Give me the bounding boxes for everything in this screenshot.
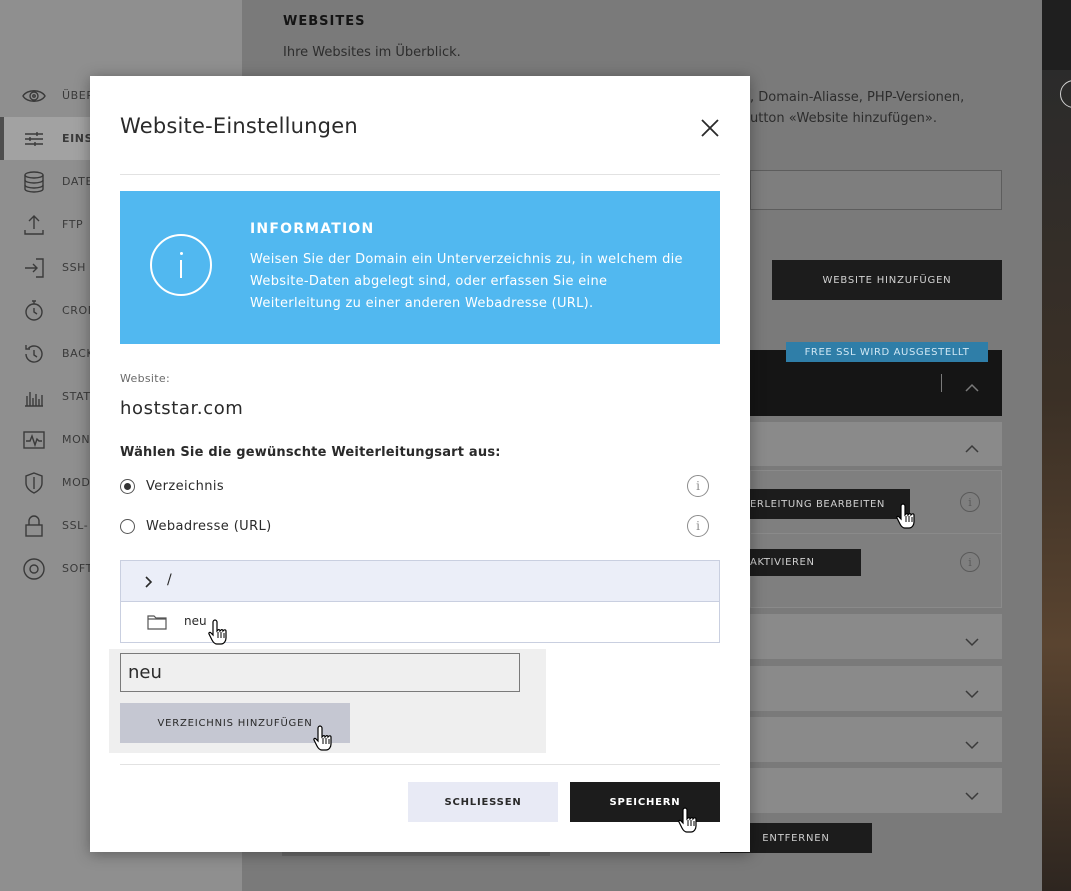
sidebar-item-label: SSH — [62, 261, 87, 274]
page-title: WEBSITES — [283, 14, 366, 29]
hand-cursor-icon — [208, 618, 230, 646]
close-icon[interactable] — [698, 116, 722, 140]
redirect-type-heading: Wählen Sie die gewünschte Weiterleitungs… — [120, 445, 501, 460]
radio-label: Webadresse (URL) — [146, 518, 272, 534]
divider — [282, 852, 550, 856]
close-button[interactable]: SCHLIESSEN — [408, 782, 558, 822]
divider — [120, 174, 720, 175]
accordion-section[interactable] — [750, 666, 1002, 711]
right-panel — [1042, 0, 1071, 891]
disc-icon — [22, 557, 46, 581]
divider — [120, 764, 720, 765]
edit-redirect-button[interactable]: ERLEITUNG BEARBEITEN — [748, 489, 910, 519]
accordion-section[interactable] — [750, 614, 1002, 659]
info-icon[interactable]: i — [960, 552, 980, 572]
sidebar-item-label: Mod — [62, 476, 91, 489]
page-subtitle: Ihre Websites im Überblick. — [283, 45, 461, 60]
sidebar-item-label: FTP — [62, 218, 84, 231]
intro-text-line: utton «Website hinzufügen». — [750, 111, 937, 126]
sliders-icon — [22, 127, 46, 151]
background-photo — [1042, 70, 1071, 891]
database-icon — [22, 170, 46, 194]
accordion-section[interactable] — [750, 422, 1002, 466]
login-icon — [22, 256, 46, 280]
website-settings-modal: Website-Einstellungen INFORMATION Weisen… — [90, 76, 750, 852]
folder-icon — [147, 613, 167, 631]
info-box: INFORMATION Weisen Sie der Domain ein Un… — [120, 191, 720, 344]
chevron-down-icon[interactable] — [964, 735, 980, 750]
activate-button[interactable]: AKTIVIEREN — [748, 549, 861, 576]
info-icon[interactable]: i — [687, 515, 709, 537]
search-input[interactable] — [750, 170, 1002, 210]
chevron-up-icon[interactable] — [964, 378, 980, 392]
directory-name: / — [167, 572, 172, 588]
stopwatch-icon — [22, 299, 46, 323]
radio-option-directory[interactable]: Verzeichnis i — [120, 474, 720, 498]
info-text: Weisen Sie der Domain ein Unterverzeichn… — [250, 252, 683, 311]
website-value: hoststar.com — [120, 398, 244, 419]
sidebar-item-label: Date — [62, 175, 94, 188]
monitor-icon — [22, 428, 46, 452]
info-icon — [150, 234, 212, 296]
info-title: INFORMATION — [250, 221, 375, 237]
add-website-button[interactable]: WEBSITE HINZUFÜGEN — [772, 260, 1002, 300]
info-icon[interactable]: i — [960, 492, 980, 512]
stats-icon — [22, 385, 46, 409]
chevron-down-icon[interactable] — [964, 632, 980, 647]
lock-icon — [22, 514, 46, 538]
info-icon[interactable]: i — [687, 475, 709, 497]
intro-text-line: , Domain-Aliasse, PHP-Versionen, — [750, 90, 965, 105]
radio-button[interactable] — [120, 478, 135, 494]
hand-cursor-icon — [678, 806, 700, 834]
history-icon — [22, 342, 46, 366]
new-directory-input[interactable] — [120, 653, 520, 692]
chevron-down-icon[interactable] — [964, 786, 980, 801]
radio-option-url[interactable]: Webadresse (URL) i — [120, 514, 720, 538]
chevron-down-icon[interactable] — [964, 684, 980, 699]
hand-cursor-icon — [313, 724, 335, 752]
eye-icon — [22, 84, 46, 108]
sidebar-item-label: SSL- — [62, 519, 89, 532]
directory-name: neu — [184, 614, 207, 628]
hand-cursor-icon — [896, 502, 918, 530]
chevron-right-icon[interactable] — [144, 574, 154, 588]
accordion-section[interactable] — [750, 768, 1002, 813]
shield-icon — [22, 471, 46, 495]
chevron-up-icon[interactable] — [964, 439, 980, 453]
accordion-section[interactable] — [750, 717, 1002, 762]
ssl-status-badge: FREE SSL WIRD AUSGESTELLT — [786, 342, 988, 362]
radio-button[interactable] — [120, 518, 135, 534]
website-label: Website: — [120, 372, 170, 385]
upload-icon — [22, 213, 46, 237]
modal-title: Website-Einstellungen — [120, 114, 358, 138]
directory-root-row[interactable]: / — [121, 561, 719, 602]
radio-label: Verzeichnis — [146, 478, 225, 494]
divider — [941, 374, 942, 392]
